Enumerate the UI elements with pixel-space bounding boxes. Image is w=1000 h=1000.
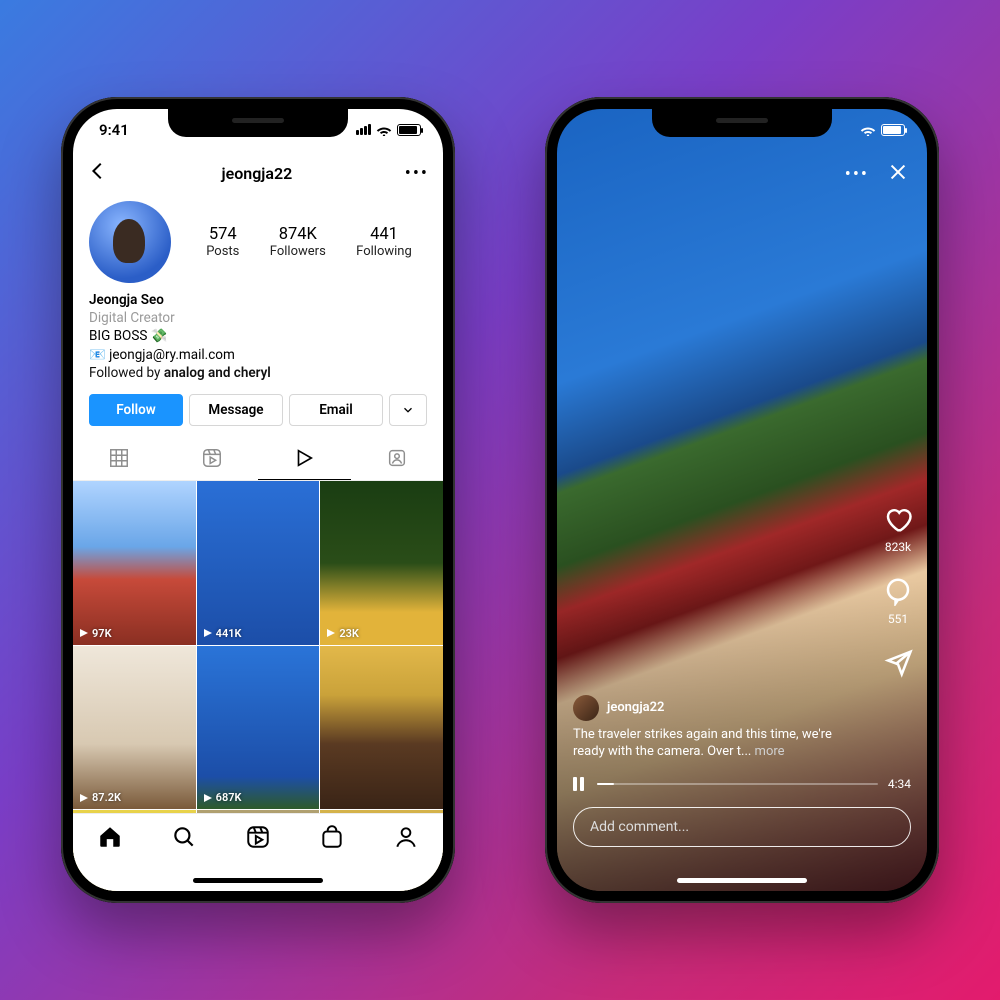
battery-icon [397,124,421,136]
bio-role: Digital Creator [89,309,427,327]
profile-bio: Jeongja Seo Digital Creator BIG BOSS 💸 📧… [73,287,443,384]
stat-followers[interactable]: 874K Followers [270,225,326,259]
profile-screen: 9:41 jeongja22 ••• 574 [73,109,443,891]
bio-name: Jeongja Seo [89,291,427,309]
progress-bar[interactable] [597,783,878,785]
profile-username-title: jeongja22 [222,164,293,183]
video-duration: 4:34 [888,777,911,791]
pause-button[interactable] [573,777,587,791]
tab-tagged[interactable] [351,436,444,480]
grid-cell[interactable]: 87.2K [73,646,196,810]
followed-by[interactable]: Followed by analog and cheryl [89,364,427,382]
video-progress[interactable]: 4:34 [573,777,911,791]
message-button[interactable]: Message [189,394,283,426]
follow-button[interactable]: Follow [89,394,183,426]
grid-cell[interactable] [320,646,443,810]
phone-right-frame: 9:41 ••• 823k [545,97,939,903]
home-indicator [677,878,807,883]
like-button[interactable]: 823k [883,504,913,554]
comment-count: 551 [883,612,913,626]
profile-avatar[interactable] [89,201,171,283]
like-count: 823k [883,540,913,554]
wifi-icon [860,124,876,136]
notch [652,109,832,137]
back-button[interactable] [87,160,109,186]
nav-shop[interactable] [319,824,345,850]
nav-search[interactable] [171,824,197,850]
grid-cell[interactable]: 441K [197,481,320,645]
author-username: jeongja22 [607,699,664,717]
video-caption[interactable]: The traveler strikes again and this time… [573,726,857,761]
suggestions-button[interactable] [389,394,427,426]
signal-icon [355,121,371,139]
video-content[interactable] [557,109,927,891]
email-button[interactable]: Email [289,394,383,426]
nav-reels[interactable] [245,824,271,850]
tab-reels[interactable] [166,436,259,480]
status-time: 9:41 [99,121,129,139]
nav-profile[interactable] [393,824,419,850]
grid-cell[interactable]: 97K [73,481,196,645]
comment-placeholder: Add comment... [590,819,689,835]
wifi-icon [376,124,392,136]
video-author[interactable]: jeongja22 [573,695,857,721]
content-tabs [73,436,443,481]
video-more-button[interactable]: ••• [845,164,869,185]
bio-email[interactable]: 📧 jeongja@ry.mail.com [89,346,427,364]
stat-following[interactable]: 441 Following [356,225,412,259]
battery-icon [881,124,905,136]
phone-left-frame: 9:41 jeongja22 ••• 574 [61,97,455,903]
notch [168,109,348,137]
bottom-nav [73,813,443,891]
close-button[interactable] [887,161,909,187]
home-indicator [193,878,323,883]
share-button[interactable] [883,648,913,681]
comment-input[interactable]: Add comment... [573,807,911,847]
author-avatar [573,695,599,721]
bio-line: BIG BOSS 💸 [89,327,427,345]
comment-button[interactable]: 551 [883,576,913,626]
caption-more[interactable]: more [751,744,784,759]
nav-home[interactable] [97,824,123,850]
more-options-button[interactable]: ••• [405,163,429,184]
grid-cell[interactable]: 23K [320,481,443,645]
tab-grid[interactable] [73,436,166,480]
tab-video[interactable] [258,436,351,480]
grid-cell[interactable]: 687K [197,646,320,810]
profile-nav: jeongja22 ••• [73,151,443,195]
video-screen: 9:41 ••• 823k [557,109,927,891]
stat-posts[interactable]: 574 Posts [206,225,239,259]
